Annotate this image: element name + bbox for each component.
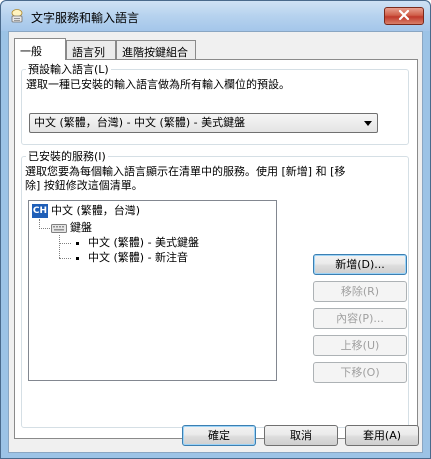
general-tab-panel: 預設輸入語言(L) 選取一種已安裝的輸入語言做為所有輸入欄位的預設。 中文 (繁… [14,59,418,439]
default-language-label: 預設輸入語言(L) [26,63,111,76]
tab-label: 語言列 [72,46,105,59]
move-down-button[interactable]: 下移(O) [313,362,407,383]
window-title: 文字服務和輸入語言 [31,11,140,25]
tree-connector [59,258,71,259]
close-button[interactable] [384,7,424,25]
apply-button[interactable]: 套用(A) [345,425,419,446]
close-icon [398,9,410,24]
installed-services-description-line2: 除] 按鈕修改這個清單。 [25,179,143,192]
remove-button[interactable]: 移除(R) [313,281,407,302]
move-up-button[interactable]: 上移(U) [313,335,407,356]
text-services-icon [9,8,25,24]
tab-advanced-key-settings[interactable]: 進階按鍵組合 [116,40,196,60]
installed-services-group: 已安裝的服務(I) 選取您要為每個輸入語言顯示在清單中的服務。使用 [新增] 和… [21,150,409,428]
tab-label: 一般 [20,45,42,58]
cancel-button[interactable]: 取消 [264,425,338,446]
default-language-description: 選取一種已安裝的輸入語言做為所有輸入欄位的預設。 [26,78,290,91]
tree-language-node[interactable]: 中文 (繁體，台灣) [51,204,140,218]
tree-service-item[interactable]: 中文 (繁體) - 美式鍵盤 [88,236,199,250]
default-language-select[interactable]: 中文 (繁體，台灣) - 中文 (繁體) - 美式鍵盤 [29,113,378,133]
list-bullet [76,257,79,260]
chevron-down-icon [364,121,372,126]
default-language-group: 預設輸入語言(L) 選取一種已安裝的輸入語言做為所有輸入欄位的預設。 中文 (繁… [21,63,409,145]
tab-general[interactable]: 一般 [14,38,66,60]
ok-button[interactable]: 確定 [182,425,256,446]
tree-category-node[interactable]: 鍵盤 [70,221,92,235]
language-badge: CH [32,204,48,218]
tree-connector [39,228,50,229]
tree-service-item[interactable]: 中文 (繁體) - 新注音 [88,251,188,265]
list-bullet [76,242,79,245]
default-language-value: 中文 (繁體，台灣) - 中文 (繁體) - 美式鍵盤 [34,116,246,129]
properties-button[interactable]: 內容(P)... [313,308,407,329]
dialog-window: 文字服務和輸入語言 一般 語言列 進階按鍵組合 預設輸入語言(L) 選取一種已安… [0,0,431,459]
services-tree[interactable]: CH 中文 (繁體，台灣) 鍵盤 中文 (繁體) - 美式鍵盤 中文 (繁體) … [28,200,277,381]
installed-services-description-line1: 選取您要為每個輸入語言顯示在清單中的服務。使用 [新增] 和 [移 [25,165,346,178]
title-bar[interactable]: 文字服務和輸入語言 [1,1,430,31]
dialog-client: 一般 語言列 進階按鍵組合 預設輸入語言(L) 選取一種已安裝的輸入語言做為所有… [8,31,423,453]
tree-connector [59,243,71,244]
tree-connector [59,235,60,258]
tab-label: 進階按鍵組合 [122,46,188,59]
add-button[interactable]: 新增(D)... [313,254,407,275]
keyboard-icon [51,222,67,234]
installed-services-label: 已安裝的服務(I) [26,150,108,163]
tab-language-bar[interactable]: 語言列 [66,40,116,60]
